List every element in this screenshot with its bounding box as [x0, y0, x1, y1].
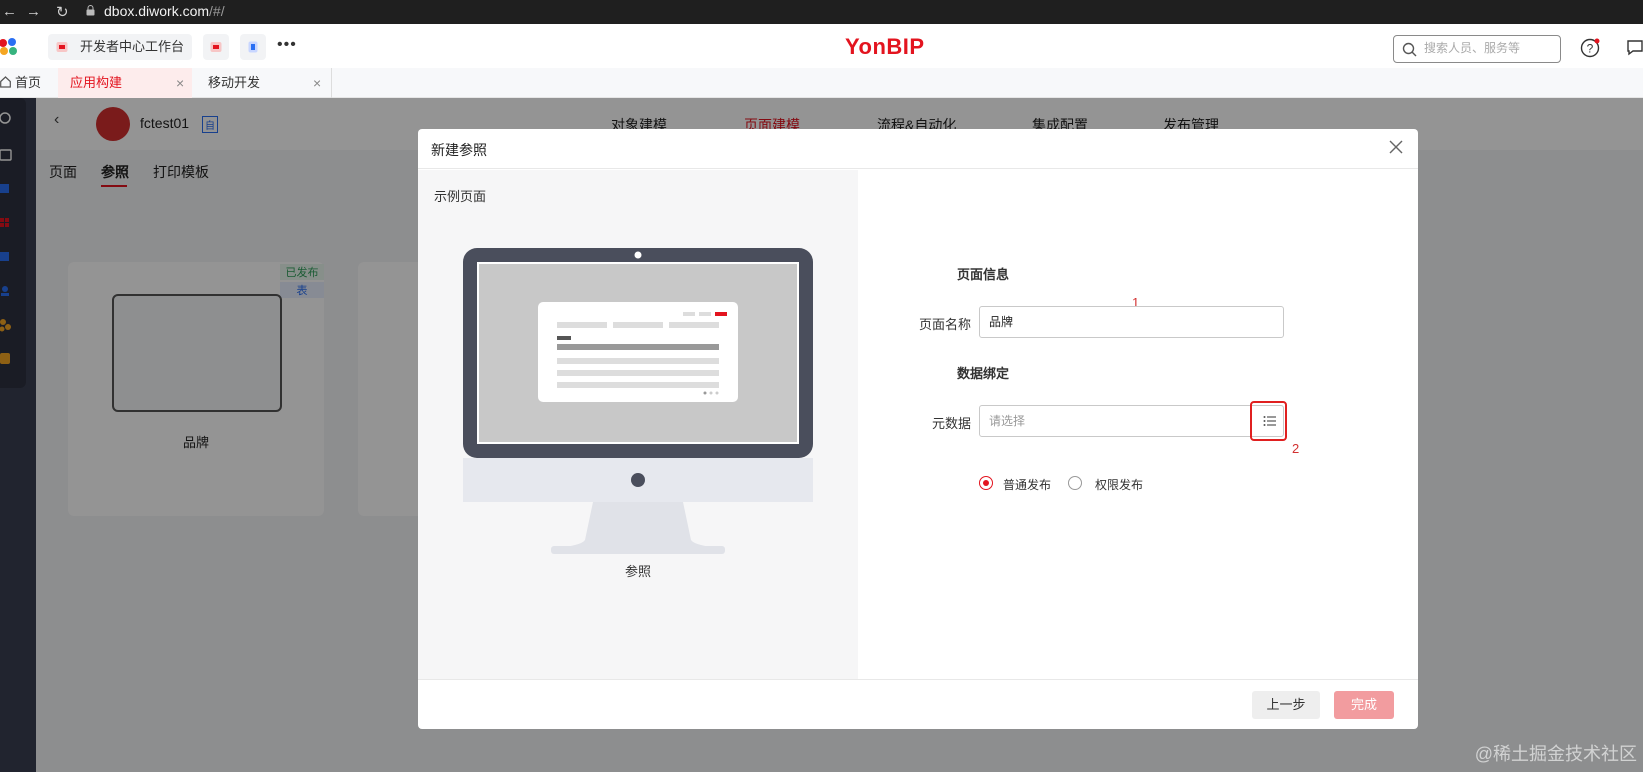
- search-icon: [1402, 42, 1417, 57]
- tab-mobile-dev[interactable]: 移动开发 ×: [196, 68, 332, 98]
- annotation-2: 2: [1292, 441, 1300, 456]
- monitor-illustration: [463, 248, 813, 554]
- sample-preview-pane: 示例页面 参照: [418, 170, 858, 679]
- workbench-icon: [56, 42, 68, 52]
- url-host: dbox.diwork.com: [104, 3, 210, 19]
- browser-address-bar: ← → ↻ dbox.diwork.com/#/: [0, 0, 1643, 24]
- radio-permission-publish[interactable]: [1068, 476, 1082, 490]
- highlight-box: [1250, 401, 1287, 441]
- page-name-label: 页面名称: [918, 317, 971, 332]
- close-tab-icon[interactable]: ×: [313, 68, 321, 98]
- svg-text:?: ?: [1587, 42, 1594, 56]
- search-input[interactable]: [1424, 41, 1554, 55]
- close-icon[interactable]: [1388, 139, 1404, 155]
- app-shortcut-red-icon: [210, 42, 222, 52]
- finish-button[interactable]: 完成: [1334, 691, 1394, 719]
- message-icon[interactable]: [1627, 39, 1643, 57]
- radio-normal-label: 普通发布: [1003, 478, 1052, 492]
- new-reference-dialog: 新建参照 示例页面 参照 页面信息 1 页面名称 品牌 数据绑定 元数据 请选择…: [418, 129, 1418, 729]
- url-path: /#/: [209, 3, 225, 19]
- radio-normal-publish[interactable]: [979, 476, 993, 490]
- sample-title: 示例页面: [434, 189, 487, 204]
- radio-permission-label: 权限发布: [1095, 478, 1144, 492]
- tab-home[interactable]: 首页: [0, 68, 56, 98]
- tab-app-build-label: 应用构建: [70, 75, 123, 90]
- sample-label: 参照: [624, 564, 651, 579]
- more-icon[interactable]: •••: [277, 36, 297, 54]
- app-shortcut-blue-icon: [248, 41, 258, 53]
- workbench-tab[interactable]: 开发者中心工作台: [48, 34, 192, 60]
- section-data-binding: 数据绑定: [957, 366, 1010, 381]
- lock-icon: [86, 5, 95, 16]
- forward-icon[interactable]: →: [26, 3, 41, 20]
- app-launcher-icon[interactable]: [0, 38, 20, 56]
- url-field[interactable]: dbox.diwork.com/#/: [104, 3, 225, 19]
- dialog-header: 新建参照: [418, 129, 1418, 169]
- global-search[interactable]: [1393, 35, 1561, 63]
- app-shortcut-blue[interactable]: [240, 34, 266, 60]
- page-name-input[interactable]: 品牌: [979, 306, 1284, 338]
- help-icon[interactable]: ?: [1580, 38, 1600, 58]
- dialog-title: 新建参照: [431, 142, 487, 158]
- metadata-label: 元数据: [931, 416, 971, 431]
- tab-app-build[interactable]: 应用构建 ×: [58, 68, 192, 98]
- section-page-info: 页面信息: [957, 267, 1010, 282]
- watermark: @稀土掘金技术社区: [1474, 744, 1637, 764]
- dialog-footer: 上一步 完成: [418, 679, 1418, 729]
- home-icon: [0, 76, 11, 88]
- tab-home-label: 首页: [15, 75, 42, 90]
- close-tab-icon[interactable]: ×: [176, 68, 184, 98]
- metadata-select[interactable]: 请选择: [979, 405, 1284, 437]
- reload-icon[interactable]: ↻: [56, 3, 69, 21]
- tab-mobile-dev-label: 移动开发: [208, 75, 261, 90]
- form-pane: 页面信息 1 页面名称 品牌 数据绑定 元数据 请选择 2 普通发布 权限发布: [858, 170, 1418, 679]
- metadata-placeholder: 请选择: [989, 414, 1026, 428]
- brand-logo: YonBIP: [845, 34, 925, 59]
- prev-step-button[interactable]: 上一步: [1252, 691, 1320, 719]
- app-topbar: 开发者中心工作台 ••• YonBIP ?: [0, 24, 1643, 68]
- workbench-tab-row: 首页 应用构建 × 移动开发 ×: [0, 68, 1643, 98]
- app-shortcut-red[interactable]: [203, 34, 229, 60]
- workbench-tab-label: 开发者中心工作台: [80, 39, 185, 54]
- back-icon[interactable]: ←: [2, 3, 17, 20]
